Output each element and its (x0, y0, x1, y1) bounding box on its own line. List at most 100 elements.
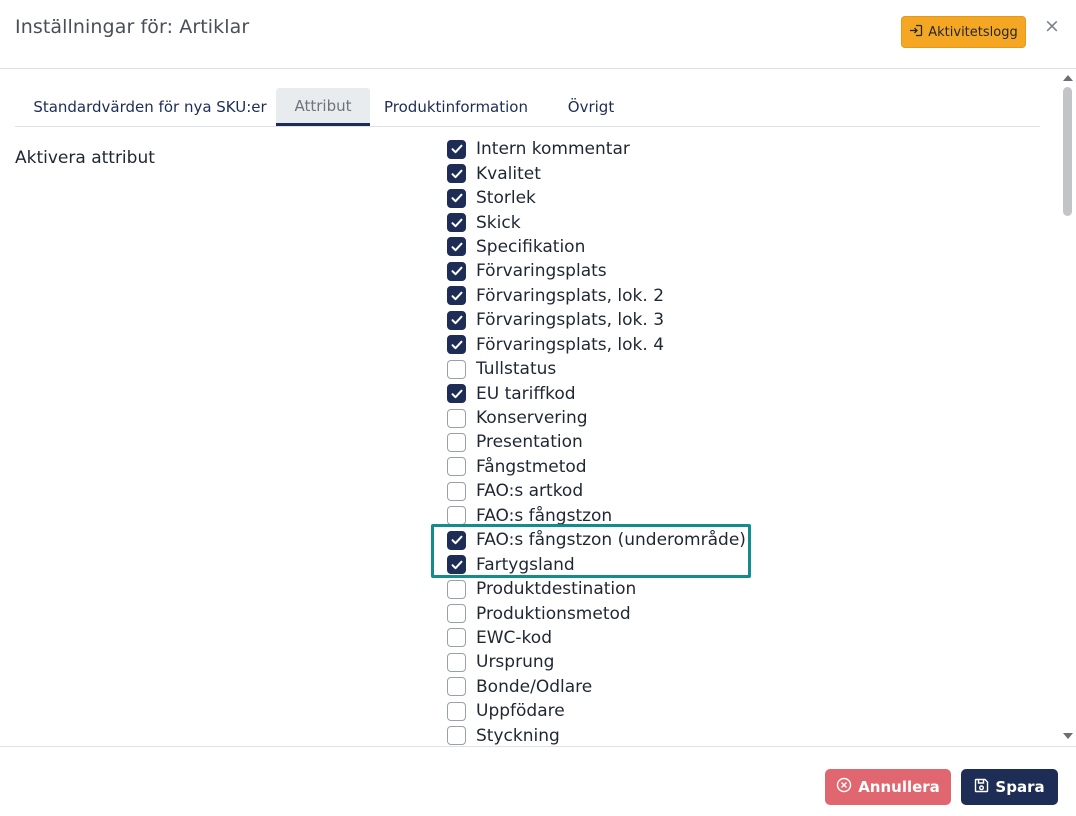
attribute-item[interactable]: Intern kommentar (447, 137, 746, 161)
attribute-checkbox[interactable] (447, 506, 466, 526)
check-icon (451, 560, 462, 569)
attribute-checkbox[interactable] (447, 555, 466, 575)
attribute-label: Produktionsmetod (476, 603, 631, 624)
attribute-checkbox[interactable] (447, 310, 466, 330)
check-icon (451, 218, 462, 227)
attribute-checkbox[interactable] (447, 628, 466, 648)
attribute-checkbox[interactable] (447, 604, 466, 624)
dialog-title: Inställningar för: Artiklar (15, 16, 250, 38)
attribute-item[interactable]: FAO:s fångstzon (447, 504, 746, 528)
attribute-item[interactable]: Uppfödare (447, 699, 746, 723)
attribute-item[interactable]: Förvaringsplats (447, 259, 746, 283)
check-icon (451, 144, 462, 154)
attribute-item[interactable]: Produktionsmetod (447, 601, 746, 625)
attribute-label: Fångstmetod (476, 456, 587, 477)
check-icon (451, 340, 462, 349)
scroll-up-arrow-icon[interactable] (1063, 75, 1073, 81)
attribute-checkbox[interactable] (447, 457, 466, 477)
attribute-label: Specifikation (476, 236, 586, 257)
cancel-button[interactable]: Annullera (825, 769, 951, 805)
tab-attributes[interactable]: Attribut (276, 88, 370, 126)
attribute-item[interactable]: Kvalitet (447, 161, 746, 185)
attribute-item[interactable]: Specifikation (447, 235, 746, 259)
attribute-item[interactable]: Förvaringsplats, lok. 4 (447, 333, 746, 357)
attribute-checkbox[interactable] (447, 701, 466, 721)
check-icon (451, 291, 462, 301)
save-label: Spara (995, 778, 1045, 796)
attribute-item[interactable]: EWC-kod (447, 626, 746, 650)
attribute-checkbox[interactable] (447, 164, 466, 184)
attribute-item[interactable]: EU tariffkod (447, 381, 746, 405)
attribute-item[interactable]: Förvaringsplats, lok. 3 (447, 308, 746, 332)
save-button[interactable]: Spara (961, 769, 1058, 805)
attribute-checkbox[interactable] (447, 213, 466, 233)
attribute-item[interactable]: Produktdestination (447, 577, 746, 601)
attribute-label: Produktdestination (476, 579, 637, 600)
attribute-item[interactable]: Fartygsland (447, 552, 746, 576)
check-icon (451, 535, 462, 545)
attribute-item[interactable]: Skick (447, 210, 746, 234)
tab-product-info[interactable]: Produktinformation (380, 88, 532, 126)
activity-log-label: Aktivitetslogg (928, 24, 1018, 40)
attribute-label: Tullstatus (476, 359, 557, 380)
attribute-label: Förvaringsplats, lok. 2 (476, 285, 665, 306)
attribute-checkbox[interactable] (447, 432, 466, 452)
attribute-item[interactable]: Konservering (447, 406, 746, 430)
floppy-disk-icon (974, 778, 989, 797)
attribute-label: Bonde/Odlare (476, 676, 593, 697)
tab-standard-values[interactable]: Standardvärden för nya SKU:er (24, 88, 276, 126)
dialog-body: Standardvärden för nya SKU:er Attribut P… (0, 69, 1060, 746)
attribute-item[interactable]: Fångstmetod (447, 455, 746, 479)
sign-in-icon (909, 24, 923, 41)
attribute-checkbox[interactable] (447, 237, 466, 257)
scroll-down-arrow-icon[interactable] (1063, 733, 1073, 739)
attribute-label: FAO:s artkod (476, 481, 584, 502)
attribute-checkbox[interactable] (447, 139, 466, 159)
attribute-checkbox[interactable] (447, 677, 466, 697)
scrollbar[interactable] (1060, 69, 1076, 746)
attribute-item[interactable]: Förvaringsplats, lok. 2 (447, 284, 746, 308)
tab-bar: Standardvärden för nya SKU:er Attribut P… (15, 88, 1040, 127)
attribute-checkbox[interactable] (447, 335, 466, 355)
tab-other[interactable]: Övrigt (560, 88, 622, 126)
attribute-item[interactable]: Storlek (447, 186, 746, 210)
attribute-checkbox[interactable] (447, 261, 466, 281)
attribute-label: Presentation (476, 432, 583, 453)
attribute-label: Skick (476, 212, 521, 233)
check-icon (451, 169, 462, 178)
attribute-item[interactable]: Styckning (447, 724, 746, 747)
attribute-checkbox[interactable] (447, 652, 466, 672)
attribute-label: Konservering (476, 408, 588, 429)
attribute-label: Storlek (476, 188, 536, 209)
attribute-checkbox[interactable] (447, 579, 466, 599)
attribute-item[interactable]: FAO:s fångstzon (underområde) (447, 528, 746, 552)
attribute-item[interactable]: Bonde/Odlare (447, 675, 746, 699)
attribute-item[interactable]: FAO:s artkod (447, 479, 746, 503)
dialog-footer: Annullera Spara (0, 746, 1076, 816)
attribute-item[interactable]: Presentation (447, 430, 746, 454)
times-circle-icon (836, 777, 852, 797)
check-icon (451, 193, 462, 203)
attribute-checkbox[interactable] (447, 530, 466, 550)
attribute-label: EU tariffkod (476, 383, 576, 404)
attribute-label: FAO:s fångstzon (underområde) (476, 530, 746, 551)
attribute-label: Fartygsland (476, 554, 575, 575)
attribute-checkbox[interactable] (447, 188, 466, 208)
attribute-label: Förvaringsplats, lok. 4 (476, 334, 665, 355)
attribute-checkbox[interactable] (447, 726, 466, 746)
attribute-item[interactable]: Ursprung (447, 650, 746, 674)
attribute-checkbox[interactable] (447, 481, 466, 501)
attribute-checkbox[interactable] (447, 408, 466, 428)
attribute-checkbox[interactable] (447, 286, 466, 306)
scrollbar-thumb[interactable] (1063, 87, 1072, 216)
attribute-item[interactable]: Tullstatus (447, 357, 746, 381)
attribute-label: Kvalitet (476, 163, 541, 184)
cancel-label: Annullera (858, 778, 940, 796)
dialog-header: Inställningar för: Artiklar Aktivitetslo… (0, 0, 1076, 69)
close-icon[interactable]: × (1044, 16, 1060, 36)
attribute-checkbox-list: Intern kommentar Kvalitet Storlek Skick Spec… (447, 137, 746, 746)
check-icon (451, 315, 462, 325)
attribute-checkbox[interactable] (447, 359, 466, 379)
attribute-checkbox[interactable] (447, 384, 466, 404)
activity-log-button[interactable]: Aktivitetslogg (901, 16, 1026, 48)
